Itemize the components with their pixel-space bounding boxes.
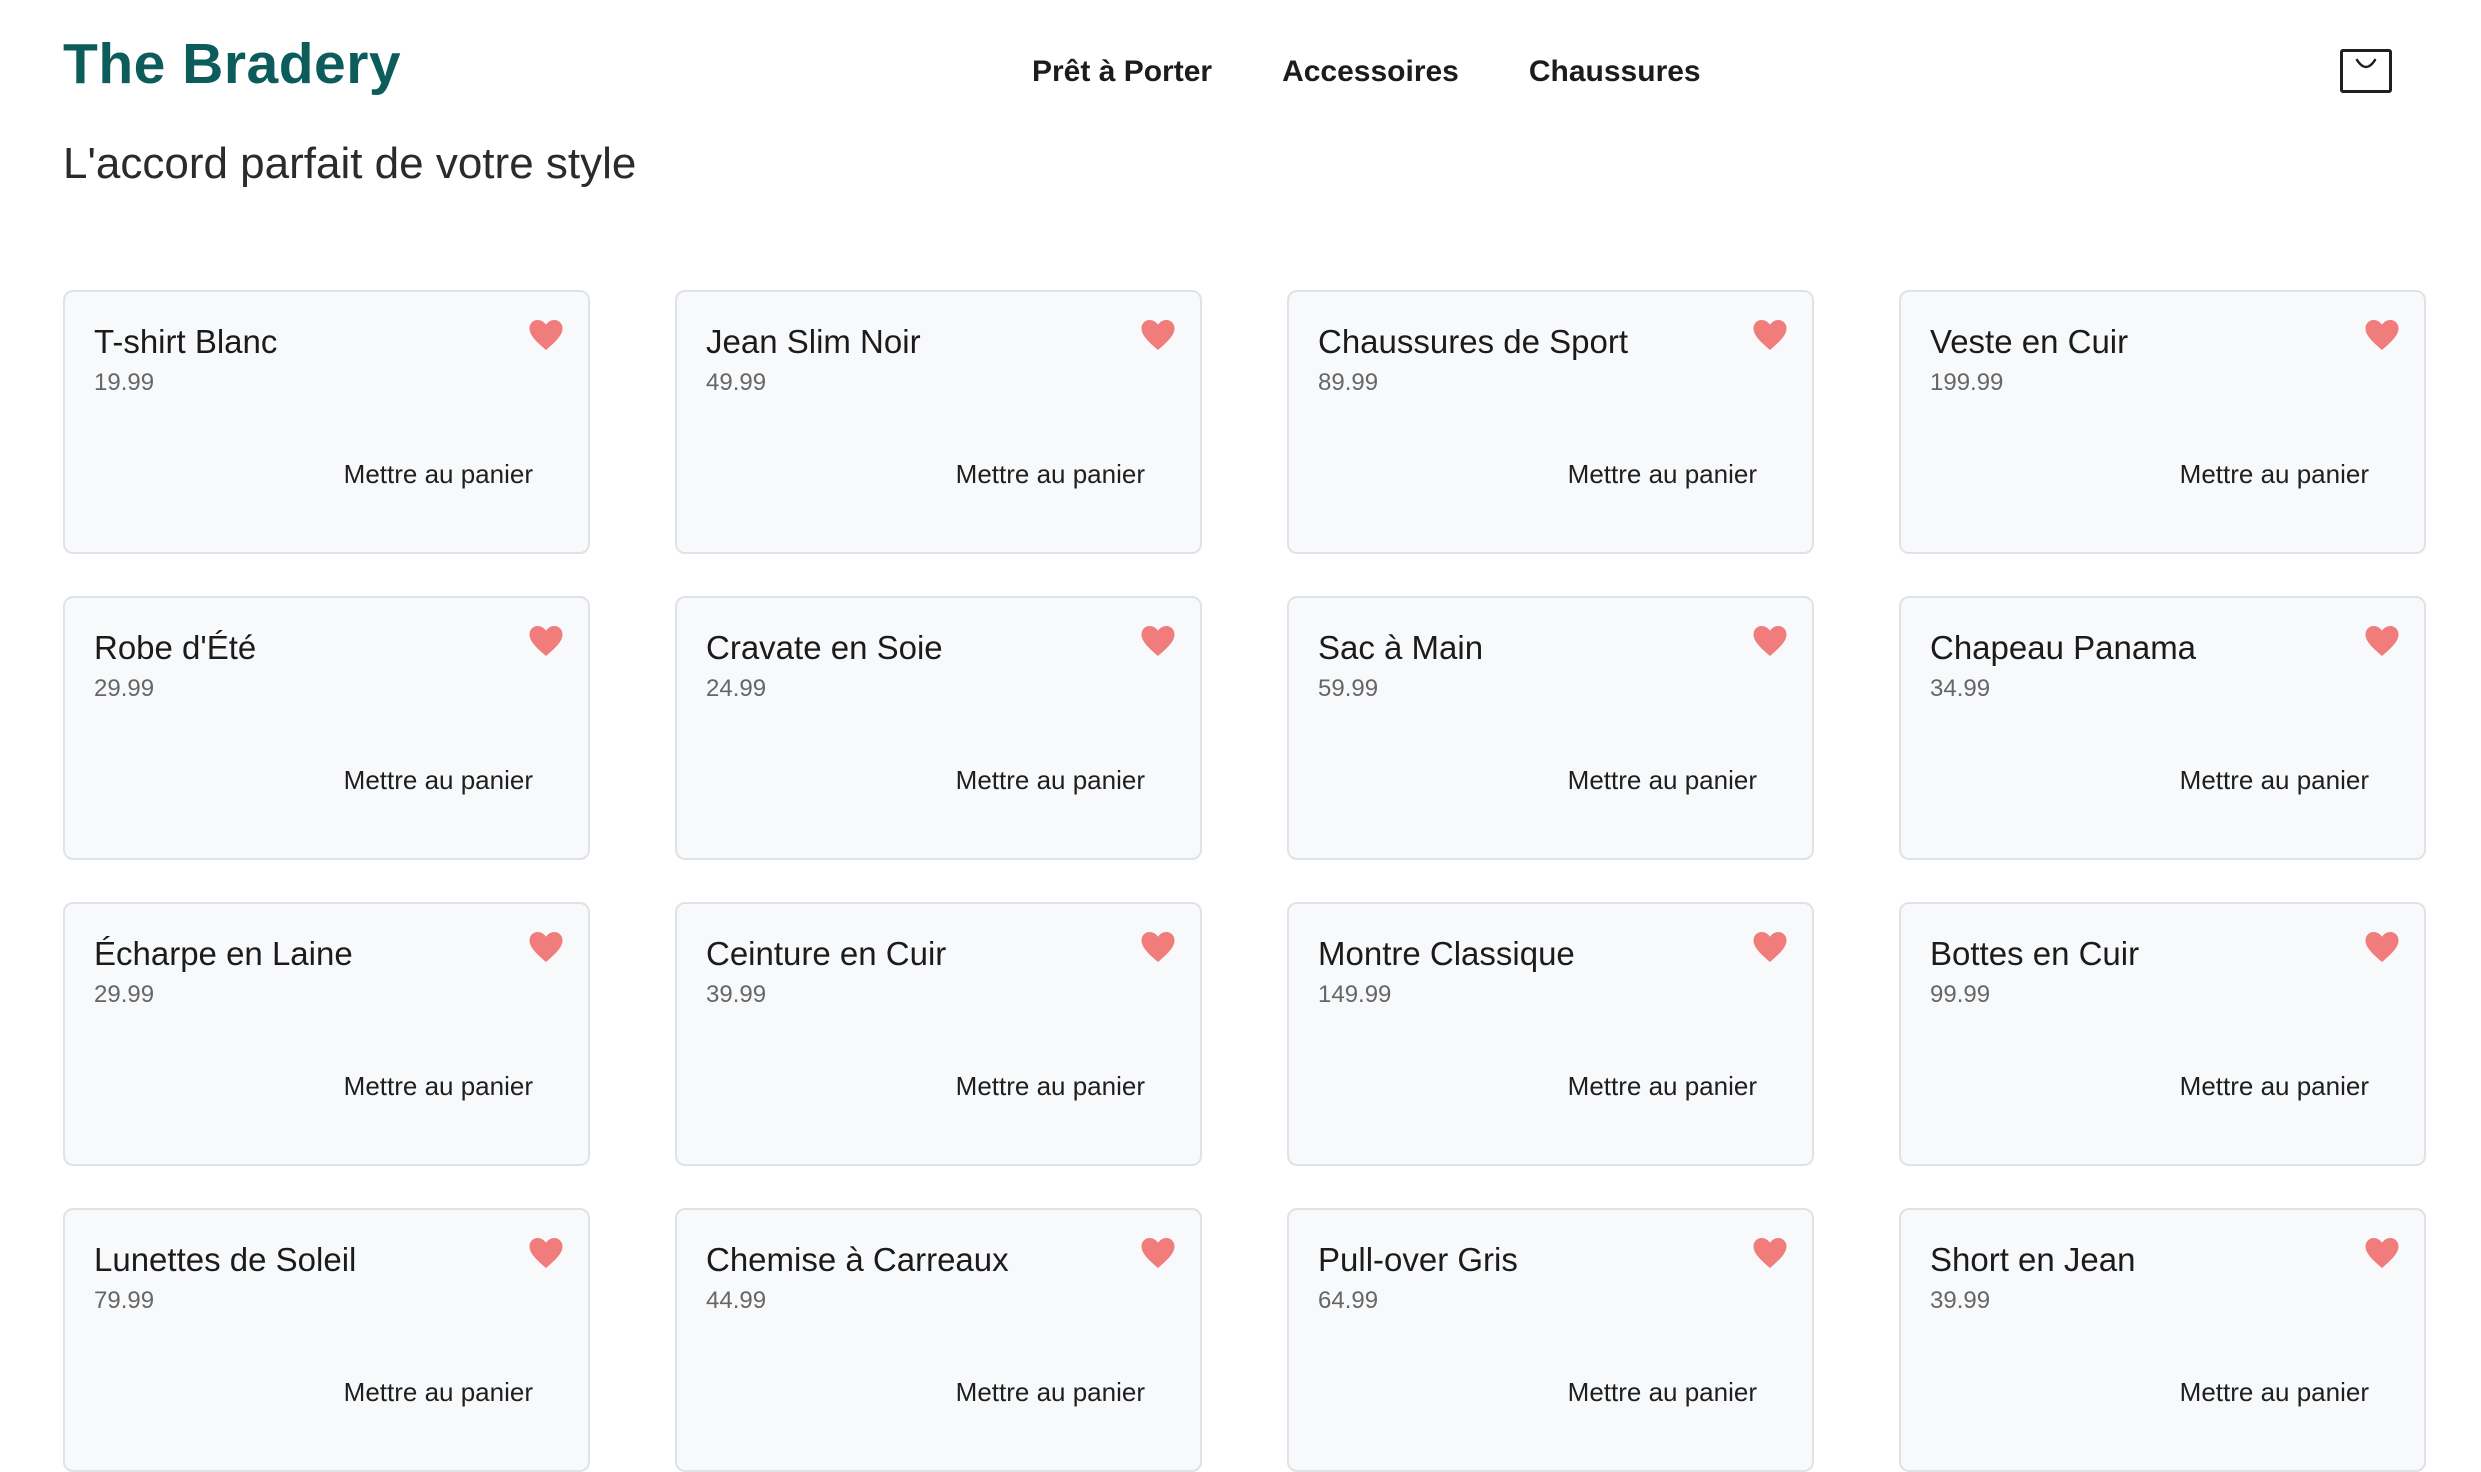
add-to-cart-button[interactable]: Mettre au panier	[956, 765, 1145, 796]
product-price: 64.99	[1318, 1287, 1379, 1314]
product-card[interactable]: Cravate en Soie 24.99 Mettre au panier	[675, 596, 1202, 860]
add-to-cart-button[interactable]: Mettre au panier	[956, 1377, 1145, 1408]
add-to-cart-button[interactable]: Mettre au panier	[1568, 765, 1757, 796]
product-name: Ceinture en Cuir	[706, 935, 947, 972]
product-price: 99.99	[1930, 981, 1991, 1008]
product-name: Écharpe en Laine	[94, 935, 353, 972]
add-to-cart-button[interactable]: Mettre au panier	[956, 459, 1145, 490]
product-name: T-shirt Blanc	[94, 323, 278, 360]
product-card[interactable]: Sac à Main 59.99 Mettre au panier	[1287, 596, 1814, 860]
product-price: 39.99	[1930, 1287, 1991, 1314]
heart-icon[interactable]	[1752, 318, 1788, 352]
product-price: 19.99	[94, 369, 155, 396]
product-price: 24.99	[706, 675, 767, 702]
product-name: Montre Classique	[1318, 935, 1575, 972]
product-name: Chemise à Carreaux	[706, 1241, 1009, 1278]
product-name: Chapeau Panama	[1930, 629, 2197, 666]
heart-icon[interactable]	[2364, 1236, 2400, 1270]
heart-icon[interactable]	[1140, 318, 1176, 352]
product-card[interactable]: T-shirt Blanc 19.99 Mettre au panier	[63, 290, 590, 554]
product-name: Veste en Cuir	[1930, 323, 2129, 360]
add-to-cart-button[interactable]: Mettre au panier	[344, 459, 533, 490]
product-name: Jean Slim Noir	[706, 323, 921, 360]
product-price: 79.99	[94, 1287, 155, 1314]
product-card[interactable]: Chemise à Carreaux 44.99 Mettre au panier	[675, 1208, 1202, 1472]
heart-icon[interactable]	[2364, 318, 2400, 352]
product-grid: T-shirt Blanc 19.99 Mettre au panier Jean S…	[63, 290, 2426, 1472]
shopping-bag-icon	[2355, 58, 2377, 69]
product-price: 29.99	[94, 675, 155, 702]
product-name: Chaussures de Sport	[1318, 323, 1629, 360]
product-card[interactable]: Chaussures de Sport 89.99 Mettre au panier	[1287, 290, 1814, 554]
product-price: 49.99	[706, 369, 767, 396]
product-card[interactable]: Écharpe en Laine 29.99 Mettre au panier	[63, 902, 590, 1166]
heart-icon[interactable]	[528, 318, 564, 352]
nav-link-accessoires[interactable]: Accessoires	[1282, 54, 1459, 90]
add-to-cart-button[interactable]: Mettre au panier	[344, 765, 533, 796]
add-to-cart-button[interactable]: Mettre au panier	[1568, 1377, 1757, 1408]
product-price: 89.99	[1318, 369, 1379, 396]
product-price: 29.99	[94, 981, 155, 1008]
heart-icon[interactable]	[528, 1236, 564, 1270]
heart-icon[interactable]	[1752, 1236, 1788, 1270]
product-name: Lunettes de Soleil	[94, 1241, 357, 1278]
product-card[interactable]: Veste en Cuir 199.99 Mettre au panier	[1899, 290, 2426, 554]
product-card[interactable]: Jean Slim Noir 49.99 Mettre au panier	[675, 290, 1202, 554]
product-price: 199.99	[1930, 369, 2004, 396]
product-card[interactable]: Bottes en Cuir 99.99 Mettre au panier	[1899, 902, 2426, 1166]
product-card[interactable]: Montre Classique 149.99 Mettre au panier	[1287, 902, 1814, 1166]
heart-icon[interactable]	[2364, 624, 2400, 658]
add-to-cart-button[interactable]: Mettre au panier	[344, 1377, 533, 1408]
product-card[interactable]: Robe d'Été 29.99 Mettre au panier	[63, 596, 590, 860]
add-to-cart-button[interactable]: Mettre au panier	[344, 1071, 533, 1102]
heart-icon[interactable]	[2364, 930, 2400, 964]
main-nav: Prêt à Porter Accessoires Chaussures	[1032, 54, 1701, 90]
nav-link-chaussures[interactable]: Chaussures	[1529, 54, 1701, 90]
product-price: 39.99	[706, 981, 767, 1008]
add-to-cart-button[interactable]: Mettre au panier	[2180, 765, 2369, 796]
product-price: 34.99	[1930, 675, 1991, 702]
heart-icon[interactable]	[1752, 624, 1788, 658]
page-tagline: L'accord parfait de votre style	[63, 139, 637, 188]
add-to-cart-button[interactable]: Mettre au panier	[2180, 459, 2369, 490]
site-header: The Bradery Prêt à Porter Accessoires Ch…	[0, 0, 2481, 140]
product-name: Robe d'Été	[94, 629, 257, 666]
heart-icon[interactable]	[528, 624, 564, 658]
product-price: 149.99	[1318, 981, 1392, 1008]
heart-icon[interactable]	[528, 930, 564, 964]
product-card[interactable]: Lunettes de Soleil 79.99 Mettre au panier	[63, 1208, 590, 1472]
heart-icon[interactable]	[1752, 930, 1788, 964]
product-card[interactable]: Short en Jean 39.99 Mettre au panier	[1899, 1208, 2426, 1472]
add-to-cart-button[interactable]: Mettre au panier	[1568, 1071, 1757, 1102]
product-name: Bottes en Cuir	[1930, 935, 2140, 972]
heart-icon[interactable]	[1140, 624, 1176, 658]
cart-button[interactable]	[2340, 49, 2392, 93]
product-card[interactable]: Chapeau Panama 34.99 Mettre au panier	[1899, 596, 2426, 860]
nav-link-pret-a-porter[interactable]: Prêt à Porter	[1032, 54, 1212, 90]
add-to-cart-button[interactable]: Mettre au panier	[1568, 459, 1757, 490]
heart-icon[interactable]	[1140, 1236, 1176, 1270]
product-card[interactable]: Pull-over Gris 64.99 Mettre au panier	[1287, 1208, 1814, 1472]
add-to-cart-button[interactable]: Mettre au panier	[2180, 1071, 2369, 1102]
add-to-cart-button[interactable]: Mettre au panier	[2180, 1377, 2369, 1408]
brand-logo[interactable]: The Bradery	[63, 30, 401, 98]
product-name: Pull-over Gris	[1318, 1241, 1518, 1278]
product-card[interactable]: Ceinture en Cuir 39.99 Mettre au panier	[675, 902, 1202, 1166]
product-price: 44.99	[706, 1287, 767, 1314]
product-name: Cravate en Soie	[706, 629, 943, 666]
product-price: 59.99	[1318, 675, 1379, 702]
product-name: Sac à Main	[1318, 629, 1484, 666]
add-to-cart-button[interactable]: Mettre au panier	[956, 1071, 1145, 1102]
product-name: Short en Jean	[1930, 1241, 2136, 1278]
heart-icon[interactable]	[1140, 930, 1176, 964]
